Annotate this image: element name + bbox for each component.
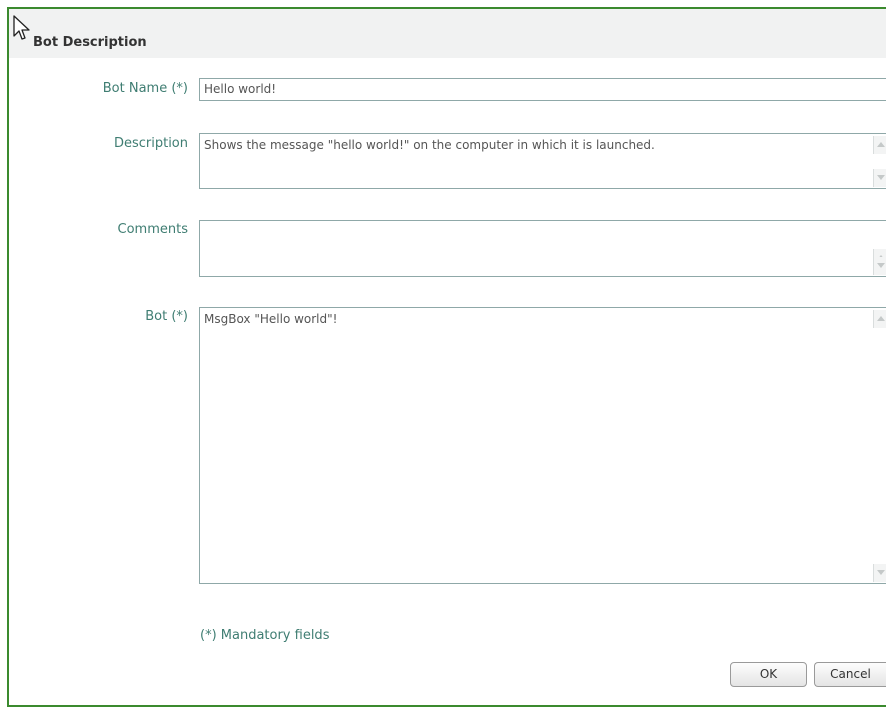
description-scroll-down[interactable] (873, 169, 886, 187)
dialog-header: Bot Description (9, 9, 886, 58)
description-label: Description (113, 136, 188, 151)
description-textarea[interactable]: Shows the message "hello world!" on the … (199, 133, 886, 189)
scroll-up-arrow-icon (877, 142, 885, 147)
description-scroll-up[interactable] (873, 136, 886, 154)
bot-code-textarea[interactable]: MsgBox "Hello world"! (199, 307, 886, 584)
bot-scroll-up[interactable] (873, 310, 886, 328)
bot-name-input[interactable]: Hello world! (199, 78, 886, 101)
bot-name-label: Bot Name (*) (102, 81, 188, 96)
bot-scroll-down[interactable] (873, 564, 886, 582)
cancel-button[interactable]: Cancel (814, 662, 886, 687)
comments-scroll-down[interactable] (873, 257, 886, 275)
bot-code-text: MsgBox "Hello world"! (204, 312, 338, 326)
ok-button[interactable]: OK (730, 662, 807, 687)
dialog-title: Bot Description (33, 35, 147, 50)
bot-label: Bot (*) (145, 309, 188, 324)
scroll-down-arrow-icon (877, 175, 885, 180)
scroll-down-arrow-icon (877, 263, 885, 268)
scroll-up-arrow-icon (877, 316, 885, 321)
description-text: Shows the message "hello world!" on the … (204, 138, 655, 152)
mouse-pointer-icon (13, 15, 30, 40)
comments-label: Comments (117, 222, 188, 237)
comments-textarea[interactable] (199, 220, 886, 277)
scroll-down-arrow-icon (877, 570, 885, 575)
mandatory-fields-note: (*) Mandatory fields (200, 628, 330, 643)
